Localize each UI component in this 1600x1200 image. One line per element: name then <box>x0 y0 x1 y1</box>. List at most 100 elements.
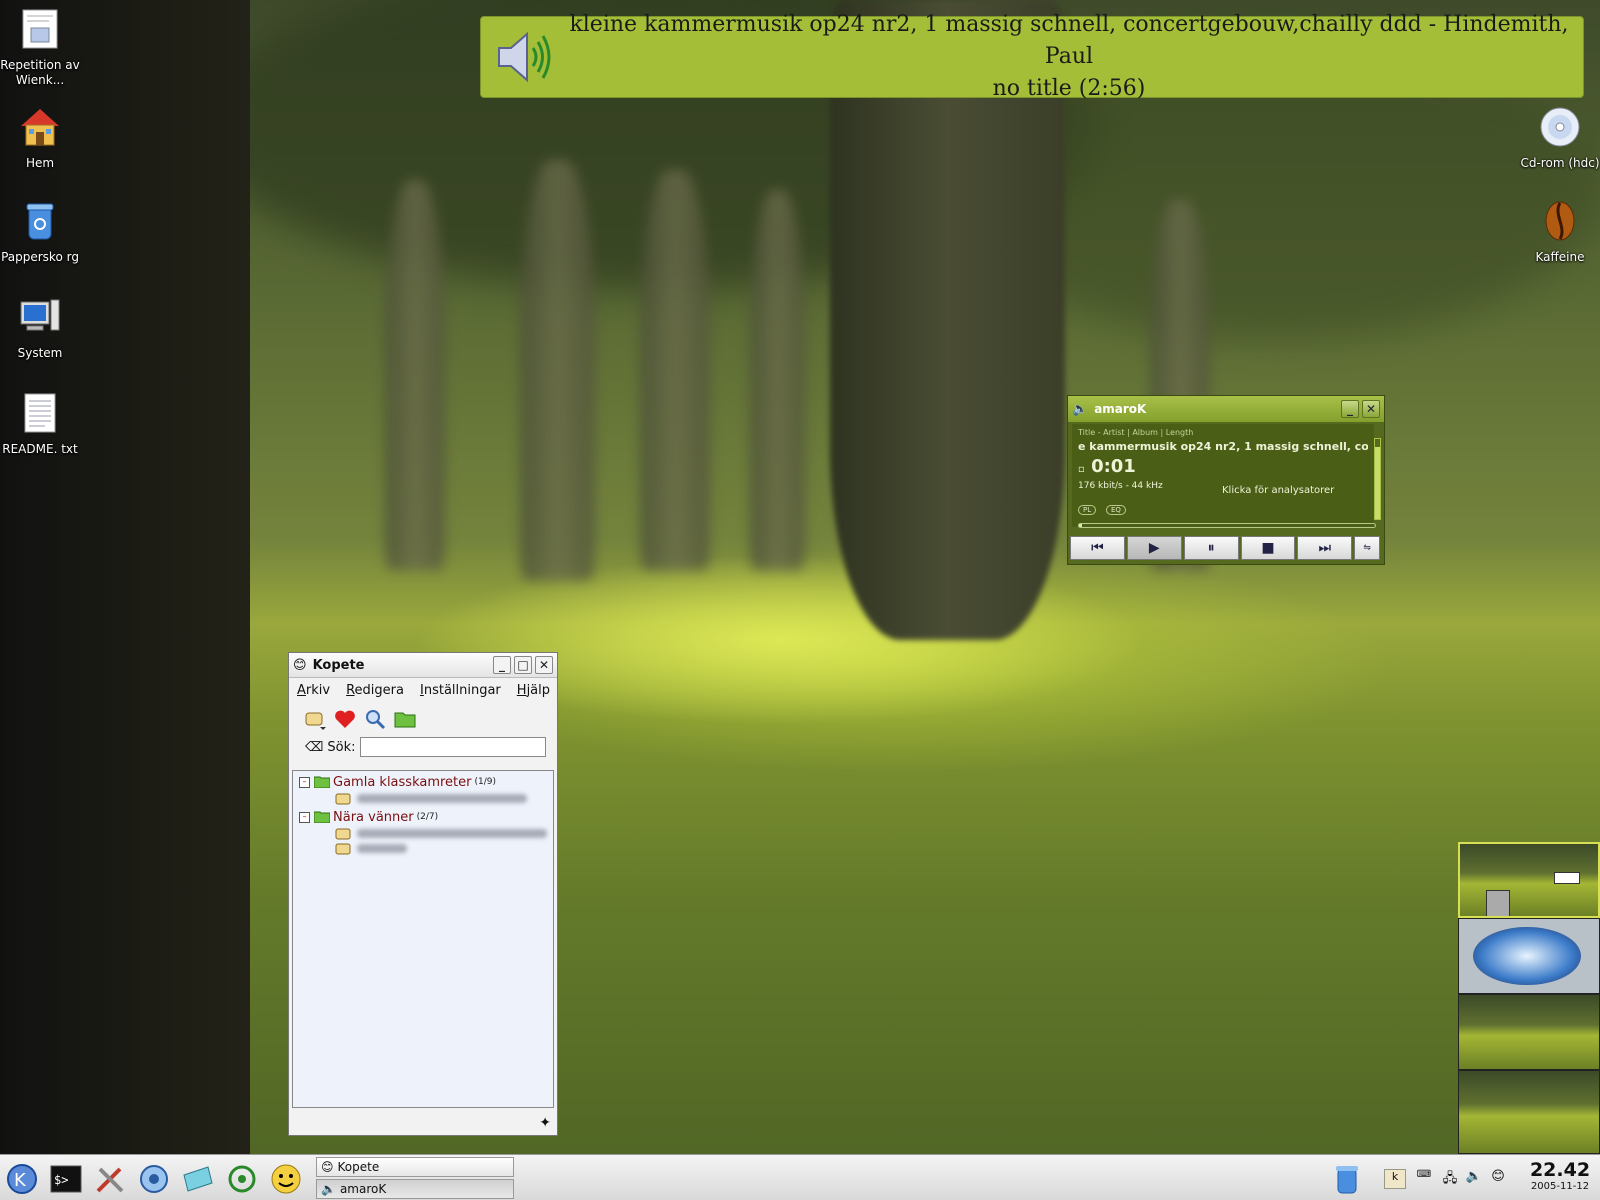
cdrom-icon <box>1540 107 1580 147</box>
task-amarok[interactable]: 🔈 amaroK <box>316 1179 514 1199</box>
next-button[interactable]: ⏭ <box>1297 536 1353 560</box>
clock-date: 2005-11-12 <box>1530 1181 1590 1192</box>
amarok-window[interactable]: 🔈 amaroK _ ✕ Title - Artist | Album | Le… <box>1067 395 1385 565</box>
playlist-toggle-button[interactable]: PL <box>1078 505 1097 515</box>
contact-item[interactable] <box>293 791 553 806</box>
tools-icon[interactable] <box>92 1161 128 1197</box>
minimize-button[interactable]: _ <box>493 656 511 674</box>
desktop-icon-readme[interactable]: README. txt <box>0 392 80 457</box>
pager-window-globe <box>1473 927 1581 985</box>
menu-redigera[interactable]: Redigera <box>346 683 404 698</box>
add-contact-icon[interactable] <box>333 707 357 731</box>
contact-item[interactable] <box>293 826 553 841</box>
folder-open-icon <box>314 811 330 823</box>
status-dropdown-icon[interactable] <box>303 707 327 731</box>
elapsed-time[interactable]: ▫ 0:01 <box>1078 456 1136 477</box>
amarok-titlebar[interactable]: 🔈 amaroK _ ✕ <box>1068 396 1384 422</box>
bitrate-label: 176 kbit/s - 44 kHz <box>1078 481 1163 491</box>
maximize-button[interactable]: □ <box>514 656 532 674</box>
kopete-tray-icon[interactable]: 😊 <box>1488 1169 1508 1187</box>
desktop-icon-label: README. txt <box>2 442 78 456</box>
kopete-status-icon: ✦ <box>539 1115 551 1131</box>
contact-list[interactable]: – Gamla klasskamreter (1/9) – Nära vänne… <box>292 770 554 1108</box>
mail-icon[interactable] <box>180 1161 216 1197</box>
speaker-icon: 🔈 <box>321 1182 336 1196</box>
desktop-icon-hem[interactable]: Hem <box>0 106 80 171</box>
trash-icon <box>26 203 54 240</box>
folder-open-icon <box>314 776 330 788</box>
notification-subtitle-line: no title (2:56) <box>992 76 1146 101</box>
contact-name-blurred <box>357 844 407 853</box>
contact-name-blurred <box>357 829 547 838</box>
kde-menu-icon[interactable]: K <box>4 1161 40 1197</box>
equalizer-toggle-button[interactable]: EQ <box>1106 505 1126 515</box>
group-count: (2/7) <box>416 812 439 822</box>
terminal-icon[interactable]: $> <box>48 1161 84 1197</box>
kaffeine-icon <box>1545 201 1575 241</box>
play-button[interactable]: ▶ <box>1126 536 1182 560</box>
desktop-icon-label: Pappersko rg <box>1 250 79 264</box>
menu-hjalp[interactable]: Hjälp <box>517 683 550 698</box>
desktop-icon-trash[interactable]: Pappersko rg <box>0 200 80 265</box>
search-input[interactable] <box>359 737 546 757</box>
kopete-window[interactable]: 😊 Kopete _ □ ✕ Arkiv Redigera Inställnin… <box>288 652 558 1136</box>
network-icon[interactable] <box>224 1161 260 1197</box>
contact-group[interactable]: – Gamla klasskamreter (1/9) <box>293 773 553 791</box>
virtual-desktop-2[interactable] <box>1458 918 1600 994</box>
virtual-desktop-1[interactable] <box>1458 842 1600 918</box>
collapse-icon[interactable]: – <box>299 776 310 788</box>
analyzer-hint[interactable]: Klicka för analysatorer <box>1222 485 1334 496</box>
contact-name-blurred <box>357 794 527 803</box>
current-track-title: e kammermusik op24 nr2, 1 massig schnell… <box>1078 440 1368 453</box>
kopete-title: Kopete <box>312 657 365 673</box>
notification-track-line: kleine kammermusik op24 nr2, 1 massig sc… <box>569 12 1569 69</box>
playlist-mode-button[interactable]: ⇋ <box>1354 536 1380 560</box>
search-icon[interactable] <box>363 707 387 731</box>
svg-text:K: K <box>14 1170 27 1191</box>
virtual-desktop-3[interactable] <box>1458 994 1600 1070</box>
clear-search-icon[interactable]: ⌫ <box>305 740 323 755</box>
desktop-icon-label: Repetition av Wienk... <box>0 58 80 87</box>
clock-time: 22.42 <box>1529 1159 1591 1181</box>
minimize-button[interactable]: _ <box>1341 400 1359 418</box>
konqueror-icon[interactable] <box>136 1161 172 1197</box>
document-thumbnail-icon <box>22 9 58 49</box>
stop-button[interactable]: ■ <box>1240 536 1296 560</box>
kopete-icon[interactable] <box>268 1161 304 1197</box>
contact-item[interactable] <box>293 841 553 856</box>
close-button[interactable]: ✕ <box>535 656 553 674</box>
collapse-icon[interactable]: – <box>299 811 310 823</box>
kopete-titlebar[interactable]: 😊 Kopete _ □ ✕ <box>289 653 557 678</box>
volume-slider[interactable] <box>1374 438 1381 520</box>
playback-controls: ⏮ ▶ ⏸ ■ ⏭ ⇋ <box>1070 536 1380 560</box>
task-kopete[interactable]: 😊 Kopete <box>316 1157 514 1177</box>
task-label: Kopete <box>337 1160 380 1174</box>
contact-status-icon <box>335 843 351 854</box>
speaker-icon: 🔈 <box>1072 401 1089 417</box>
notification-text: kleine kammermusik op24 nr2, 1 massig sc… <box>555 9 1583 105</box>
keyboard-layout-icon[interactable]: ⌨ <box>1414 1169 1434 1187</box>
pause-button[interactable]: ⏸ <box>1183 536 1239 560</box>
seek-slider-fill <box>1079 524 1082 527</box>
trash-icon[interactable] <box>1332 1161 1362 1197</box>
seek-slider[interactable] <box>1078 523 1376 528</box>
group-name: Nära vänner <box>333 809 414 825</box>
previous-button[interactable]: ⏮ <box>1070 536 1125 560</box>
folder-icon[interactable] <box>393 707 417 731</box>
desktop-icon-cdrom[interactable]: Cd-rom (hdc) <box>1520 106 1600 171</box>
desktop-icon-repetition[interactable]: Repetition av Wienk... <box>0 8 80 88</box>
network-status-icon[interactable]: 🖧 <box>1440 1169 1460 1187</box>
now-playing-notification[interactable]: kleine kammermusik op24 nr2, 1 massig sc… <box>480 12 1584 101</box>
clock[interactable]: 22.42 2005-11-12 <box>1524 1159 1596 1192</box>
desktop-icon-kaffeine[interactable]: Kaffeine <box>1520 200 1600 265</box>
klipper-icon[interactable]: k <box>1384 1169 1406 1189</box>
amarok-display[interactable]: Title - Artist | Album | Length e kammer… <box>1072 424 1381 528</box>
contact-group[interactable]: – Nära vänner (2/7) <box>293 808 553 826</box>
volume-icon[interactable]: 🔈 <box>1464 1169 1484 1187</box>
close-button[interactable]: ✕ <box>1362 400 1380 418</box>
menu-installningar[interactable]: Inställningar <box>420 683 501 698</box>
text-file-icon <box>24 393 56 433</box>
desktop-icon-system[interactable]: System <box>0 296 80 361</box>
virtual-desktop-4[interactable] <box>1458 1070 1600 1154</box>
menu-arkiv[interactable]: Arkiv <box>297 683 330 698</box>
